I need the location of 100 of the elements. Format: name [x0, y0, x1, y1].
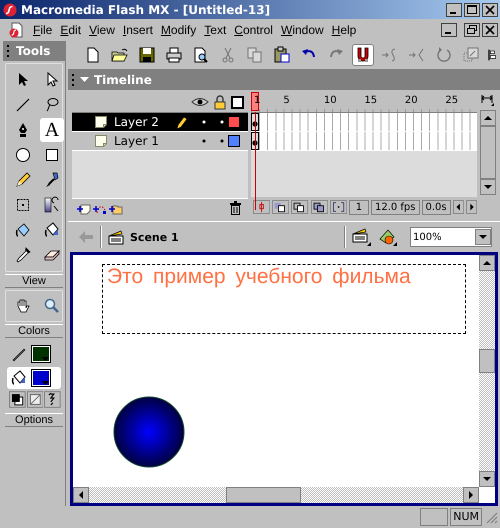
onion-markers-button[interactable] — [330, 199, 347, 215]
resize-grip-icon — [484, 510, 498, 524]
frame-number: 20 — [404, 95, 418, 106]
eye-icon[interactable] — [191, 96, 209, 108]
menu-item[interactable]: Text — [200, 23, 230, 37]
eyedropper-icon — [14, 246, 32, 264]
scroll-down-button[interactable] — [480, 179, 496, 195]
panel-title: Tools — [16, 44, 50, 58]
maximize-button[interactable] — [464, 2, 480, 16]
layer-row[interactable]: Layer 1 — [72, 132, 248, 151]
status-indicator: NUM — [450, 508, 482, 526]
dropdown-arrow-icon — [42, 357, 49, 361]
menu-item[interactable]: Insert — [118, 23, 157, 37]
playhead[interactable] — [251, 92, 259, 111]
color-swatch[interactable] — [31, 345, 51, 363]
menu-item[interactable]: Modify — [156, 23, 200, 37]
lock-icon[interactable] — [213, 94, 227, 110]
close-button[interactable] — [482, 2, 498, 16]
frame-number: 10 — [324, 95, 337, 106]
brush-icon — [43, 171, 61, 189]
edit-symbol-button[interactable] — [378, 227, 398, 247]
line-icon — [14, 96, 32, 114]
layer-row[interactable]: Layer 2 — [72, 113, 248, 132]
frame-number: 25 — [445, 95, 458, 106]
section-title: View — [5, 274, 63, 288]
menu-item[interactable]: View — [85, 23, 119, 37]
status-panel — [420, 508, 448, 526]
outline-color-swatch[interactable] — [228, 116, 240, 128]
swap-colors-button[interactable] — [44, 391, 62, 408]
magnifier-page-icon[interactable] — [192, 46, 210, 64]
collapse-arrow-icon[interactable] — [80, 77, 89, 82]
color-swatch[interactable] — [31, 369, 51, 387]
document-icon — [8, 22, 24, 38]
menu-item[interactable]: Help — [328, 23, 360, 37]
paint-bucket-icon — [10, 369, 28, 387]
dot-icon — [220, 139, 224, 143]
panel-title: Timeline — [94, 72, 152, 86]
section-title: Options — [5, 413, 63, 427]
time-field: 0.0s — [422, 200, 451, 214]
scroll-thumb[interactable] — [226, 487, 301, 503]
vertical-scrollbar[interactable] — [479, 255, 495, 487]
dot-icon — [220, 120, 224, 124]
menu-item[interactable]: Edit — [56, 23, 86, 37]
default-colors-button[interactable] — [9, 391, 26, 408]
horizontal-scrollbar[interactable] — [73, 487, 479, 503]
scroll-left-button[interactable] — [452, 199, 464, 215]
frame-number: 15 — [364, 95, 378, 106]
zoom-dropdown[interactable]: 100% — [410, 227, 492, 247]
grip-icon — [71, 72, 75, 86]
square-icon — [43, 146, 61, 164]
scroll-right-button[interactable] — [463, 487, 479, 503]
layer-page-icon — [94, 115, 108, 129]
scroll-up-button[interactable] — [479, 255, 495, 271]
printer-icon[interactable] — [165, 46, 183, 64]
magnifier-icon — [43, 297, 61, 315]
flash-logo-icon — [3, 2, 17, 16]
restore-button[interactable] — [464, 23, 480, 37]
sphere-drawing — [113, 396, 185, 468]
dropdown-arrow-icon — [42, 381, 49, 385]
scroll-thumb[interactable] — [479, 349, 495, 373]
clapperboard-icon — [108, 229, 124, 245]
scroll-right-button[interactable] — [466, 199, 477, 215]
trash-icon[interactable] — [229, 201, 242, 215]
menu-item[interactable]: File — [29, 23, 56, 37]
clipboard-icon[interactable] — [273, 46, 291, 64]
add-layer-icon[interactable] — [76, 202, 91, 214]
onion-skin-button[interactable] — [272, 199, 290, 215]
layer-page-icon — [94, 134, 108, 148]
folder-icon[interactable] — [111, 46, 129, 64]
no-color-button[interactable] — [26, 391, 44, 408]
frame-view-menu-icon[interactable] — [480, 92, 495, 107]
tool-button[interactable]: A — [40, 118, 64, 142]
edit-multiple-frames-button[interactable] — [310, 199, 328, 215]
minimize-button[interactable] — [446, 2, 462, 16]
section-title: Colors — [5, 324, 63, 338]
menu-item[interactable]: Control — [230, 23, 277, 37]
onion-outline-button[interactable] — [291, 199, 309, 215]
dot-icon — [202, 139, 206, 143]
frame-field: 1 — [348, 200, 369, 214]
scene-label: Scene 1 — [130, 230, 179, 244]
paint-bucket-icon — [43, 221, 61, 239]
pencil-icon — [14, 171, 32, 189]
circle-icon — [14, 146, 32, 164]
transform-box-icon — [14, 196, 32, 214]
outline-color-swatch[interactable] — [228, 135, 240, 147]
scroll-left-button[interactable] — [73, 487, 89, 503]
close-button[interactable] — [482, 23, 498, 37]
vertical-scrollbar[interactable] — [480, 110, 496, 195]
fill-color-control[interactable] — [7, 367, 61, 389]
frame-number: 5 — [283, 95, 290, 106]
frame-number: 1 — [254, 95, 260, 106]
minimize-button[interactable] — [441, 23, 457, 37]
menu-item[interactable]: Window — [276, 23, 328, 37]
outline-square-icon[interactable] — [231, 96, 244, 108]
window-title: Macromedia Flash MX - [Untitled-13] — [21, 2, 270, 16]
scroll-down-button[interactable] — [479, 471, 495, 487]
edit-scene-button[interactable] — [352, 227, 372, 247]
scroll-thumb[interactable] — [480, 126, 496, 179]
gradient-rotate-icon — [43, 196, 61, 214]
scroll-up-button[interactable] — [480, 110, 496, 126]
